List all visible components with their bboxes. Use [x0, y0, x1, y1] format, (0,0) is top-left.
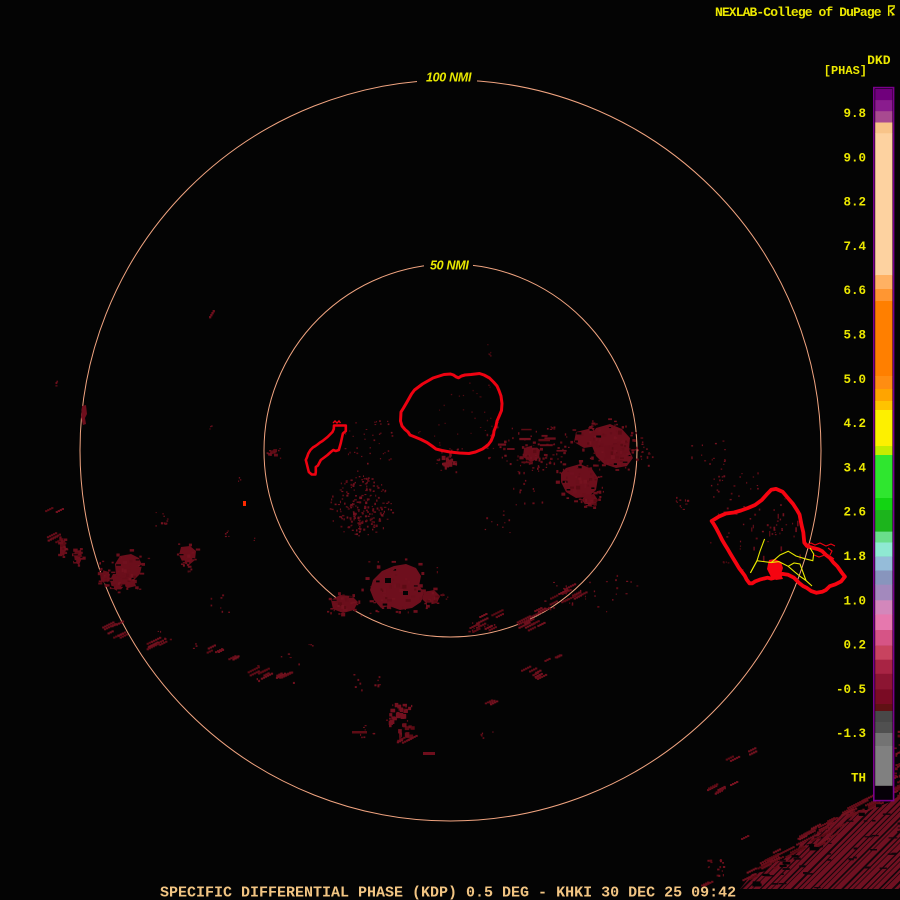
svg-text:2.6: 2.6 — [843, 506, 866, 520]
svg-text:5.0: 5.0 — [843, 373, 866, 387]
svg-text:0.2: 0.2 — [843, 639, 866, 653]
svg-text:9.0: 9.0 — [843, 151, 866, 165]
svg-text:6.6: 6.6 — [843, 284, 866, 298]
svg-text:7.4: 7.4 — [843, 240, 866, 254]
svg-text:-1.3: -1.3 — [836, 727, 866, 741]
svg-text:SPECIFIC DIFFERENTIAL PHASE (K: SPECIFIC DIFFERENTIAL PHASE (KDP) 0.5 DE… — [160, 885, 736, 900]
svg-text:9.8: 9.8 — [843, 107, 866, 121]
svg-text:1.0: 1.0 — [843, 594, 866, 608]
svg-text:4.2: 4.2 — [843, 417, 866, 431]
svg-text:NEXLAB-College of DuPage: NEXLAB-College of DuPage — [715, 5, 882, 20]
svg-text:3.4: 3.4 — [843, 461, 866, 475]
svg-text:50 NMI: 50 NMI — [430, 259, 469, 273]
svg-text:-0.5: -0.5 — [836, 683, 866, 697]
svg-text:8.2: 8.2 — [843, 196, 866, 210]
svg-text:[PHAS]: [PHAS] — [824, 64, 867, 78]
svg-text:DKD: DKD — [867, 53, 891, 68]
svg-text:TH: TH — [851, 772, 866, 786]
svg-text:5.8: 5.8 — [843, 329, 866, 343]
svg-text:100 NMI: 100 NMI — [426, 71, 472, 85]
svg-text:1.8: 1.8 — [843, 550, 866, 564]
